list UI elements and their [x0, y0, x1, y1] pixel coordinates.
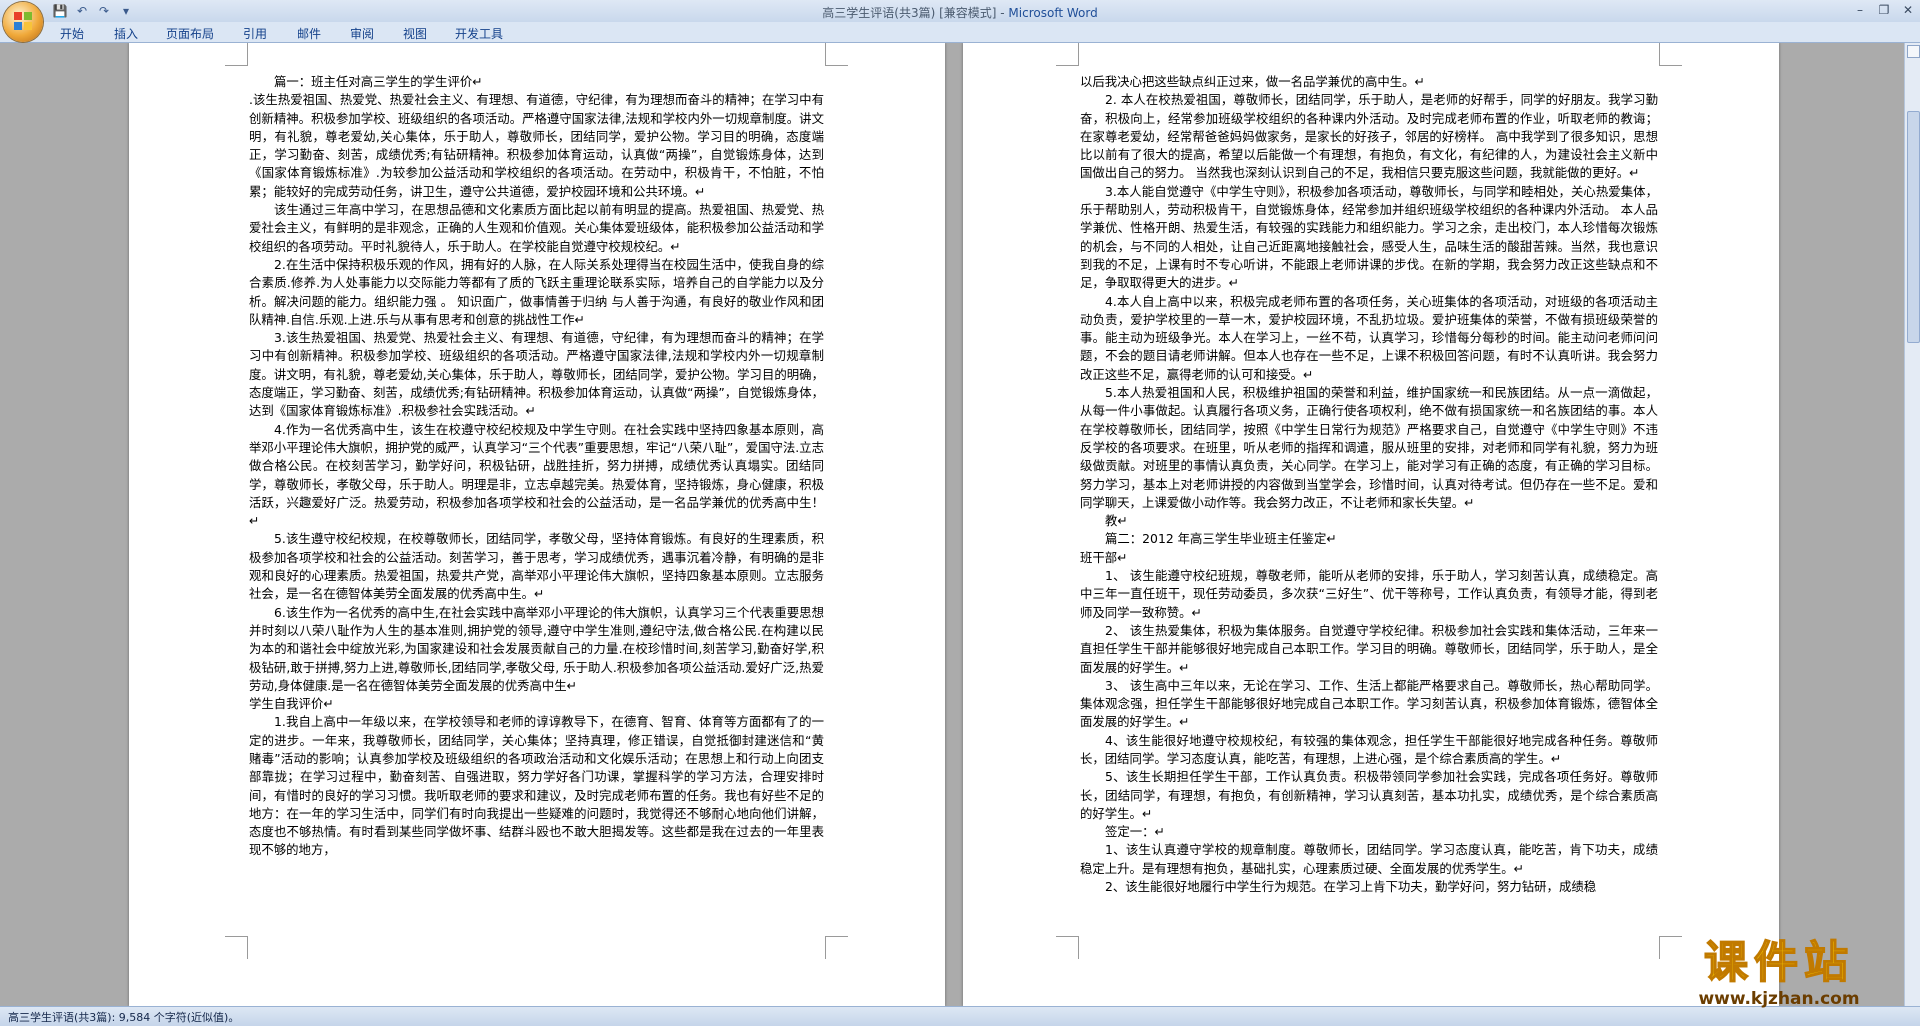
paragraph: 1.我自上高中一年级以来，在学校领导和老师的谆谆教导下，在德育、智育、体育等方面… — [249, 714, 824, 858]
section-heading: 签定一：↵ — [1105, 824, 1165, 840]
paragraph: 2、 该生热爱集体，积极为集体服务。自觉遵守学校纪律。积极参加社会实践和集体活动… — [1080, 622, 1658, 675]
paragraph: 5、该生长期担任学生干部，工作认真负责。积极带领同学参加社会实践，完成各项任务好… — [1080, 769, 1658, 821]
crop-mark — [825, 43, 848, 66]
paragraph: 2、该生能很好地履行中学生行为规范。在学习上肯下功夫，勤学好问，努力钻研，成绩稳 — [1105, 879, 1597, 895]
page-text: 以后我决心把这些缺点纠正过来，做一名品学兼优的高中生。↵ 2. 本人在校热爱祖国… — [1080, 73, 1658, 896]
tab-developer[interactable]: 开发工具 — [455, 25, 503, 42]
crop-mark — [225, 43, 248, 66]
window-title: 高三学生评语(共3篇) [兼容模式] - Microsoft Word — [0, 4, 1920, 21]
paragraph: 2.在生活中保持积极乐观的作风，拥有好的人脉，在人际关系处理得当在校园生活中，使… — [249, 256, 824, 327]
paragraph: 教↵ — [1105, 513, 1128, 529]
status-bar: 高三学生评语(共3篇): 9,584 个字符(近似值)。 — [0, 1006, 1920, 1026]
tab-mailings[interactable]: 邮件 — [297, 25, 321, 42]
paragraph: 3.本人能自觉遵守《中学生守则》，积极参加各项活动，尊敬师长，与同学和睦相处，关… — [1080, 183, 1658, 291]
tab-home[interactable]: 开始 — [60, 25, 84, 42]
section-heading: 班干部↵ — [1080, 549, 1128, 565]
paragraph: 4.作为一名优秀高中生，该生在校遵守校纪校规及中学生守则。在社会实践中坚持四象基… — [249, 421, 824, 529]
section-heading: 学生自我评价↵ — [249, 696, 334, 712]
crop-mark — [1056, 936, 1079, 959]
paragraph: 5.该生遵守校纪校规，在校尊敬师长，团结同学，孝敬父母，坚持体育锻炼。有良好的生… — [249, 531, 824, 602]
ribbon-tabs: 开始 插入 页面布局 引用 邮件 审阅 视图 开发工具 ? — [0, 22, 1920, 60]
vertical-scrollbar[interactable] — [1904, 43, 1920, 1006]
paragraph: 3.该生热爱祖国、热爱党、热爱社会主义、有理想、有道德，守纪律，有为理想而奋斗的… — [249, 330, 824, 419]
paragraph: 以后我决心把这些缺点纠正过来，做一名品学兼优的高中生。↵ — [1080, 74, 1425, 89]
tab-view[interactable]: 视图 — [403, 25, 427, 42]
watermark-url: www.kjzhan.com — [1698, 989, 1860, 1009]
office-button[interactable] — [3, 2, 43, 42]
crop-mark — [825, 936, 848, 959]
scrollbar-thumb[interactable] — [1907, 111, 1920, 343]
watermark-title: 课件站 — [1703, 937, 1854, 988]
crop-mark — [225, 936, 248, 959]
tab-references[interactable]: 引用 — [243, 25, 267, 42]
paragraph: 1、 该生能遵守校纪班规，尊敬老师，能听从老师的安排，乐于助人，学习刻苦认真，成… — [1080, 568, 1658, 620]
paragraph: 该生通过三年高中学习，在思想品德和文化素质方面比起以前有明显的提高。热爱祖国、热… — [249, 202, 824, 254]
crop-mark — [1056, 43, 1079, 66]
title-bar: 💾 ↶ ↷ ▾ 高三学生评语(共3篇) [兼容模式] - Microsoft W… — [0, 0, 1920, 22]
paragraph: 6.该生作为一名优秀的高中生,在社会实践中高举邓小平理论的伟大旗帜，认真学习三个… — [249, 604, 824, 693]
document-title: 高三学生评语(共3篇) [兼容模式] - — [822, 6, 1009, 20]
document-area[interactable]: 篇一：班主任对高三学生的学生评价↵ .该生热爱祖国、热爱党、热爱社会主义、有理想… — [0, 43, 1904, 1006]
minimize-button[interactable]: – — [1848, 0, 1872, 20]
tab-page-layout[interactable]: 页面布局 — [166, 25, 214, 42]
office-logo-icon — [14, 12, 32, 30]
paragraph: 2. 本人在校热爱祖国，尊敬师长，团结同学，乐于助人，是老师的好帮手，同学的好朋… — [1080, 92, 1658, 181]
tab-review[interactable]: 审阅 — [350, 25, 374, 42]
paragraph: 5.本人热爱祖国和人民，积极维护祖国的荣誉和利益，维护国家统一和民族团结。从一点… — [1080, 385, 1658, 510]
page-text: 篇一：班主任对高三学生的学生评价↵ .该生热爱祖国、热爱党、热爱社会主义、有理想… — [249, 73, 824, 860]
view-ruler-icon[interactable] — [1907, 45, 1920, 58]
watermark-logo: 课件站 www.kjzhan.com — [1654, 937, 1904, 1009]
document-page-right[interactable]: 以后我决心把这些缺点纠正过来，做一名品学兼优的高中生。↵ 2. 本人在校热爱祖国… — [963, 43, 1779, 1006]
heading-text: 篇一：班主任对高三学生的学生评价↵ — [274, 74, 483, 89]
close-button[interactable]: ✕ — [1896, 0, 1920, 20]
app-name: Microsoft Word — [1008, 6, 1098, 20]
paragraph: 3、 该生高中三年以来，无论在学习、工作、生活上都能严格要求自己。尊敬师长，热心… — [1080, 677, 1658, 730]
paragraph: 4.本人自上高中以来，积极完成老师布置的各项任务，关心班集体的各项活动，对班级的… — [1080, 293, 1658, 382]
section-heading: 篇二：2012 年高三学生毕业班主任鉴定↵ — [1105, 531, 1337, 547]
document-page-left[interactable]: 篇一：班主任对高三学生的学生评价↵ .该生热爱祖国、热爱党、热爱社会主义、有理想… — [129, 43, 945, 1006]
restore-button[interactable]: ❐ — [1872, 0, 1896, 20]
paragraph: 4、该生能很好地遵守校规校纪，有较强的集体观念，担任学生干部能很好地完成各种任务… — [1080, 732, 1658, 766]
paragraph: .该生热爱祖国、热爱党、热爱社会主义、有理想、有道德，守纪律，有为理想而奋斗的精… — [249, 92, 824, 199]
tab-insert[interactable]: 插入 — [114, 25, 138, 42]
paragraph: 1、该生认真遵守学校的规章制度。尊敬师长，团结同学。学习态度认真，能吃苦，肯下功… — [1080, 842, 1658, 876]
crop-mark — [1659, 43, 1682, 66]
window-controls: – ❐ ✕ — [1848, 0, 1920, 20]
word-count-status[interactable]: 高三学生评语(共3篇): 9,584 个字符(近似值)。 — [8, 1009, 239, 1025]
